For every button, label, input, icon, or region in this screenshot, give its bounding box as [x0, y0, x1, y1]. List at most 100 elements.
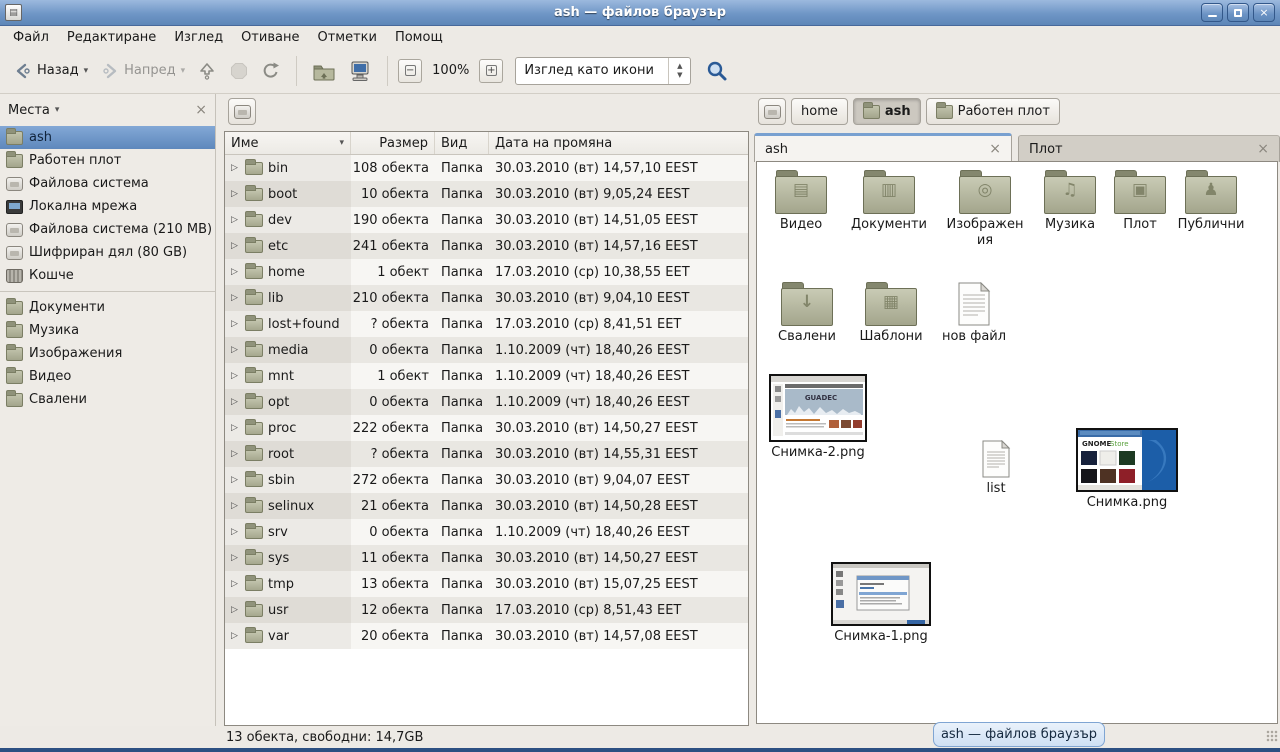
maximize-button[interactable]	[1227, 3, 1249, 22]
icon-item-desktop[interactable]: Плот	[1109, 170, 1171, 233]
icon-item-downloads[interactable]: Свалени	[769, 282, 845, 345]
path-button-filesystem[interactable]	[758, 98, 786, 125]
sidebar-item-home[interactable]: ash	[0, 126, 215, 149]
table-row[interactable]: ▷ proc 222 обекта Папка 30.03.2010 (вт) …	[225, 415, 748, 441]
table-row[interactable]: ▷ boot 10 обекта Папка 30.03.2010 (вт) 9…	[225, 181, 748, 207]
table-row[interactable]: ▷ lib 210 обекта Папка 30.03.2010 (вт) 9…	[225, 285, 748, 311]
expander-icon[interactable]: ▷	[231, 475, 240, 485]
icon-item-templates[interactable]: Шаблони	[851, 282, 931, 345]
sidebar-item-trash[interactable]: Кошче	[0, 264, 215, 287]
icon-item-pictures[interactable]: Изображения	[945, 170, 1025, 250]
expander-icon[interactable]: ▷	[231, 553, 240, 563]
icon-item-public[interactable]: Публични	[1169, 170, 1253, 233]
table-row[interactable]: ▷ bin 108 обекта Папка 30.03.2010 (вт) 1…	[225, 155, 748, 181]
icon-item-snimka-2[interactable]: GUADEC Снимка-2.png	[767, 374, 869, 461]
icon-item-snimka-1[interactable]: Снимка-1.png	[829, 562, 933, 645]
back-button[interactable]: Назад ▾	[8, 56, 93, 86]
sidebar-item-documents[interactable]: Документи	[0, 296, 215, 319]
icon-item-list-file[interactable]: list	[967, 440, 1025, 497]
expander-icon[interactable]: ▷	[231, 449, 240, 459]
stop-button[interactable]	[224, 56, 254, 86]
sidebar-title[interactable]: Места	[8, 103, 50, 118]
sidebar-item-filesystem[interactable]: Файлова система	[0, 172, 215, 195]
table-row[interactable]: ▷ tmp 13 обекта Папка 30.03.2010 (вт) 15…	[225, 571, 748, 597]
table-row[interactable]: ▷ lost+found ? обекта Папка 17.03.2010 (…	[225, 311, 748, 337]
menu-bookmarks[interactable]: Отметки	[308, 28, 385, 47]
expander-icon[interactable]: ▷	[231, 319, 240, 329]
path-button-ash[interactable]: ash	[853, 98, 921, 125]
computer-button[interactable]	[343, 55, 377, 87]
expander-icon[interactable]: ▷	[231, 501, 240, 511]
titlebar[interactable]: ▤ ash — файлов браузър ×	[0, 0, 1280, 26]
expander-icon[interactable]: ▷	[231, 631, 240, 641]
sidebar-item-desktop[interactable]: Работен плот	[0, 149, 215, 172]
sidebar-selector-icon[interactable]: ▾	[55, 105, 60, 115]
table-row[interactable]: ▷ root ? обекта Папка 30.03.2010 (вт) 14…	[225, 441, 748, 467]
sidebar-item-downloads[interactable]: Свалени	[0, 388, 215, 411]
column-header-type[interactable]: Вид	[435, 132, 489, 154]
expander-icon[interactable]: ▷	[231, 397, 240, 407]
zoom-out-button[interactable]: −	[398, 59, 422, 83]
filesystem-path-button[interactable]	[228, 98, 256, 125]
search-button[interactable]	[705, 59, 729, 83]
sidebar-close-icon[interactable]: ×	[195, 102, 207, 118]
expander-icon[interactable]: ▷	[231, 293, 240, 303]
minimize-button[interactable]	[1201, 3, 1223, 22]
table-row[interactable]: ▷ selinux 21 обекта Папка 30.03.2010 (вт…	[225, 493, 748, 519]
tab-close-icon[interactable]: ×	[989, 141, 1001, 157]
expander-icon[interactable]: ▷	[231, 163, 240, 173]
expander-icon[interactable]: ▷	[231, 189, 240, 199]
up-button[interactable]	[192, 56, 222, 86]
menu-edit[interactable]: Редактиране	[58, 28, 165, 47]
table-row[interactable]: ▷ sbin 272 обекта Папка 30.03.2010 (вт) …	[225, 467, 748, 493]
table-row[interactable]: ▷ media 0 обекта Папка 1.10.2009 (чт) 18…	[225, 337, 748, 363]
table-row[interactable]: ▷ dev 190 обекта Папка 30.03.2010 (вт) 1…	[225, 207, 748, 233]
sidebar-item-local-network[interactable]: Локална мрежа	[0, 195, 215, 218]
expander-icon[interactable]: ▷	[231, 215, 240, 225]
expander-icon[interactable]: ▷	[231, 423, 240, 433]
menu-view[interactable]: Изглед	[165, 28, 232, 47]
column-header-date[interactable]: Дата на промяна	[489, 132, 748, 154]
icon-view[interactable]: Видео Документи Изображения Музика Плот	[756, 161, 1278, 724]
sidebar-item-pictures[interactable]: Изображения	[0, 342, 215, 365]
table-row[interactable]: ▷ var 20 обекта Папка 30.03.2010 (вт) 14…	[225, 623, 748, 649]
resize-grip-icon[interactable]	[1266, 730, 1278, 742]
table-row[interactable]: ▷ sys 11 обекта Папка 30.03.2010 (вт) 14…	[225, 545, 748, 571]
table-row[interactable]: ▷ mnt 1 обект Папка 1.10.2009 (чт) 18,40…	[225, 363, 748, 389]
column-header-size[interactable]: Размер	[351, 132, 435, 154]
menu-help[interactable]: Помощ	[386, 28, 452, 47]
tab-ash[interactable]: ash ×	[754, 133, 1012, 162]
expander-icon[interactable]: ▷	[231, 345, 240, 355]
sidebar-item-videos[interactable]: Видео	[0, 365, 215, 388]
icon-item-documents[interactable]: Документи	[841, 170, 937, 233]
sidebar-item-music[interactable]: Музика	[0, 319, 215, 342]
path-button-home[interactable]: home	[791, 98, 848, 125]
table-row[interactable]: ▷ srv 0 обекта Папка 1.10.2009 (чт) 18,4…	[225, 519, 748, 545]
expander-icon[interactable]: ▷	[231, 371, 240, 381]
zoom-in-button[interactable]: +	[479, 59, 503, 83]
table-row[interactable]: ▷ home 1 обект Папка 17.03.2010 (ср) 10,…	[225, 259, 748, 285]
table-row[interactable]: ▷ usr 12 обекта Папка 17.03.2010 (ср) 8,…	[225, 597, 748, 623]
icon-item-new-file[interactable]: нов файл	[935, 282, 1013, 345]
expander-icon[interactable]: ▷	[231, 605, 240, 615]
view-mode-spinner-icon[interactable]: ▲▼	[668, 58, 690, 84]
expander-icon[interactable]: ▷	[231, 579, 240, 589]
back-dropdown-icon[interactable]: ▾	[84, 66, 89, 76]
close-button[interactable]: ×	[1253, 3, 1275, 22]
table-row[interactable]: ▷ etc 241 обекта Папка 30.03.2010 (вт) 1…	[225, 233, 748, 259]
path-button-desktop[interactable]: Работен плот	[926, 98, 1060, 125]
sidebar-item-encrypted-volume[interactable]: Шифриран дял (80 GB)	[0, 241, 215, 264]
tab-desktop[interactable]: Плот ×	[1018, 135, 1280, 162]
home-button[interactable]	[307, 56, 341, 86]
expander-icon[interactable]: ▷	[231, 267, 240, 277]
menu-go[interactable]: Отиване	[232, 28, 308, 47]
tab-close-icon[interactable]: ×	[1257, 141, 1269, 157]
taskbar-window-button[interactable]: ash — файлов браузър	[933, 722, 1105, 747]
menu-file[interactable]: Файл	[4, 28, 58, 47]
icon-item-videos[interactable]: Видео	[763, 170, 839, 233]
icon-item-music[interactable]: Музика	[1033, 170, 1107, 233]
table-row[interactable]: ▷ opt 0 обекта Папка 1.10.2009 (чт) 18,4…	[225, 389, 748, 415]
forward-button[interactable]: Напред ▾	[95, 56, 190, 86]
view-mode-select[interactable]: Изглед като икони ▲▼	[515, 57, 691, 85]
expander-icon[interactable]: ▷	[231, 241, 240, 251]
